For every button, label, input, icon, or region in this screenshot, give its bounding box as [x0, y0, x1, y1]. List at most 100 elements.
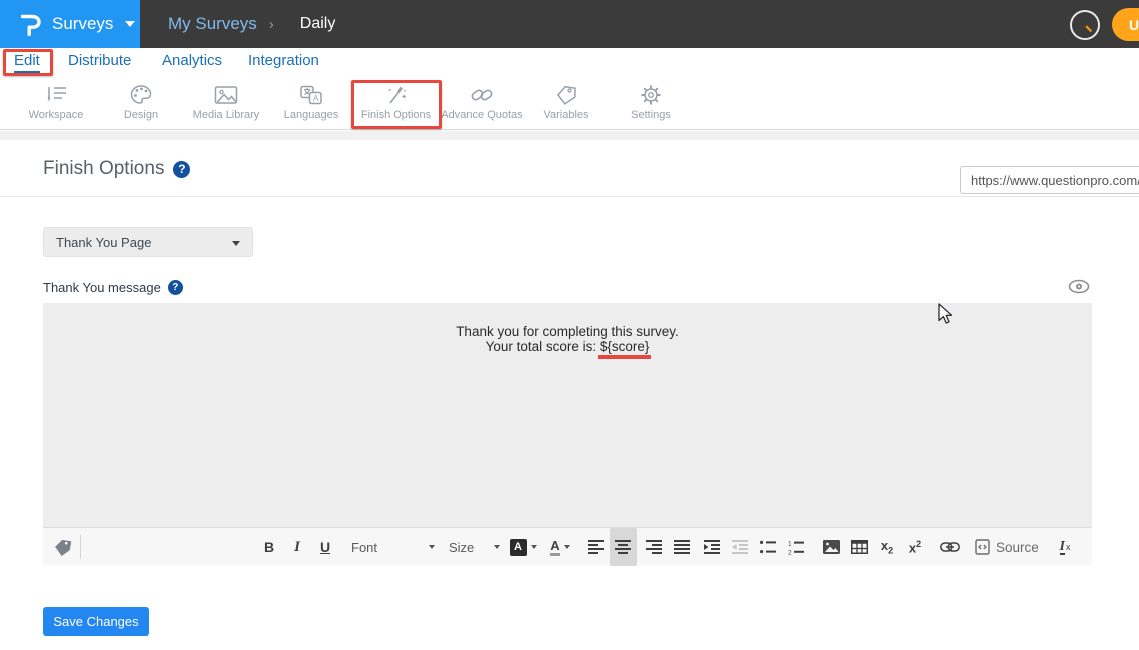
chevron-down-icon: [494, 545, 500, 549]
editor-tags-button[interactable]: [49, 528, 75, 566]
message-line-2: Your total score is: ${score}: [43, 340, 1092, 360]
finish-options-wand-icon: [384, 84, 408, 106]
svg-text:2: 2: [788, 549, 792, 554]
remove-format-icon: I: [1060, 540, 1065, 555]
increase-indent-button[interactable]: [699, 528, 725, 566]
breadcrumb-my-surveys[interactable]: My Surveys: [168, 14, 257, 34]
insert-image-button[interactable]: [818, 528, 844, 566]
ribbon-item-design[interactable]: Design: [96, 84, 186, 128]
numbered-list-button[interactable]: 1 2: [783, 528, 809, 566]
upgrade-button[interactable]: Upgrade: [1112, 8, 1139, 41]
thank-you-message-editor: Thank you for completing this survey. Yo…: [43, 303, 1092, 565]
justify-button[interactable]: [669, 528, 695, 566]
finish-type-selected-value: Thank You Page: [56, 235, 151, 250]
bgcolor-A-icon: A: [510, 539, 527, 556]
breadcrumb-separator: ›: [269, 16, 274, 33]
ribbon-label-finish-options: Finish Options: [361, 109, 431, 121]
align-center-icon: [615, 540, 632, 554]
product-menu-label: Surveys: [52, 14, 113, 34]
align-right-button[interactable]: [641, 528, 667, 566]
workspace-icon: [43, 84, 69, 106]
survey-tab-bar: Edit Distribute Analytics Integration: [0, 48, 1139, 78]
align-left-button[interactable]: [583, 528, 609, 566]
bold-button[interactable]: B: [257, 528, 281, 566]
table-icon: [851, 540, 868, 554]
eye-icon: [1068, 279, 1090, 294]
editor-content-area[interactable]: Thank you for completing this survey. Yo…: [43, 303, 1092, 527]
size-dropdown[interactable]: Size: [449, 528, 505, 566]
source-button[interactable]: Source: [975, 528, 1051, 566]
text-color-button[interactable]: A: [545, 528, 575, 566]
align-center-button[interactable]: [610, 528, 637, 566]
search-button[interactable]: [1070, 10, 1100, 40]
ribbon-item-media-library[interactable]: Media Library: [181, 84, 271, 128]
ribbon-label-design: Design: [124, 109, 158, 121]
ribbon-label-variables: Variables: [543, 109, 588, 121]
insert-table-button[interactable]: [846, 528, 872, 566]
tab-distribute[interactable]: Distribute: [68, 52, 131, 69]
finish-type-select[interactable]: Thank You Page: [43, 227, 253, 257]
ribbon-label-settings: Settings: [631, 109, 671, 121]
background-color-button[interactable]: A: [507, 528, 539, 566]
indent-increase-icon: [704, 540, 721, 554]
chevron-down-icon: [429, 545, 435, 549]
subscript-button[interactable]: x2: [874, 528, 900, 566]
bulleted-list-button[interactable]: [755, 528, 781, 566]
svg-text:1: 1: [788, 540, 792, 547]
tab-integration[interactable]: Integration: [248, 52, 319, 69]
chevron-down-icon: [125, 21, 135, 27]
app-window: Surveys My Surveys › Daily Upgrade Edit …: [0, 0, 1139, 650]
breadcrumb-current-survey: Daily: [300, 15, 336, 33]
product-menu[interactable]: Surveys: [0, 0, 140, 48]
ribbon-item-settings[interactable]: Settings: [606, 84, 696, 128]
survey-url-input[interactable]: [960, 166, 1139, 194]
thank-you-message-text: Thank you for completing this survey. Yo…: [43, 325, 1092, 359]
align-right-icon: [646, 540, 663, 554]
ribbon-item-languages[interactable]: A Languages: [266, 84, 356, 128]
source-document-icon: [975, 539, 990, 555]
image-icon: [823, 540, 840, 554]
page-title: Finish Options: [43, 158, 164, 180]
media-library-icon: [213, 84, 239, 106]
indent-decrease-icon: [732, 540, 749, 554]
breadcrumb: My Surveys › Daily: [168, 0, 335, 48]
editor-toolbar: B I U Font Size A A: [43, 527, 1092, 565]
top-bar: Surveys My Surveys › Daily Upgrade: [0, 0, 1139, 48]
ribbon-item-advance-quotas[interactable]: Advance Quotas: [437, 84, 527, 128]
tab-analytics[interactable]: Analytics: [162, 52, 222, 69]
preview-toggle-button[interactable]: [1068, 279, 1090, 299]
ribbon-item-workspace[interactable]: Workspace: [11, 84, 101, 128]
superscript-button[interactable]: x2: [902, 528, 928, 566]
message-label-row: Thank You message ?: [43, 280, 183, 295]
textcolor-A-icon: A: [550, 539, 559, 556]
ribbon-label-languages: Languages: [284, 109, 338, 121]
bulleted-list-icon: [760, 540, 777, 554]
italic-button[interactable]: I: [285, 528, 309, 566]
tab-edit[interactable]: Edit: [14, 52, 40, 69]
thank-you-message-help-icon[interactable]: ?: [168, 280, 183, 295]
ribbon-label-media-library: Media Library: [193, 109, 260, 121]
svg-text:A: A: [313, 94, 319, 103]
score-variable-annotated: ${score}: [598, 340, 652, 360]
title-divider: [0, 196, 1139, 197]
ribbon-label-advance-quotas: Advance Quotas: [441, 109, 522, 121]
numbered-list-icon: 1 2: [788, 540, 805, 555]
message-line-1: Thank you for completing this survey.: [43, 325, 1092, 340]
insert-link-button[interactable]: [936, 528, 964, 566]
font-dropdown[interactable]: Font: [351, 528, 435, 566]
toolbar-separator: [80, 535, 81, 559]
justify-icon: [674, 540, 691, 554]
finish-options-help-icon[interactable]: ?: [173, 161, 190, 178]
save-changes-button[interactable]: Save Changes: [43, 607, 149, 636]
languages-icon: A: [298, 84, 324, 106]
underline-button[interactable]: U: [313, 528, 337, 566]
remove-format-button[interactable]: Ix: [1051, 528, 1079, 566]
search-icon: [1077, 17, 1093, 33]
chevron-down-icon: [232, 241, 240, 246]
settings-gear-icon: [639, 84, 663, 106]
design-palette-icon: [129, 84, 153, 106]
variables-tag-icon: [554, 84, 578, 106]
ribbon-item-finish-options[interactable]: Finish Options: [351, 84, 441, 128]
ribbon-item-variables[interactable]: Variables: [521, 84, 611, 128]
chevron-down-icon: [564, 545, 570, 549]
